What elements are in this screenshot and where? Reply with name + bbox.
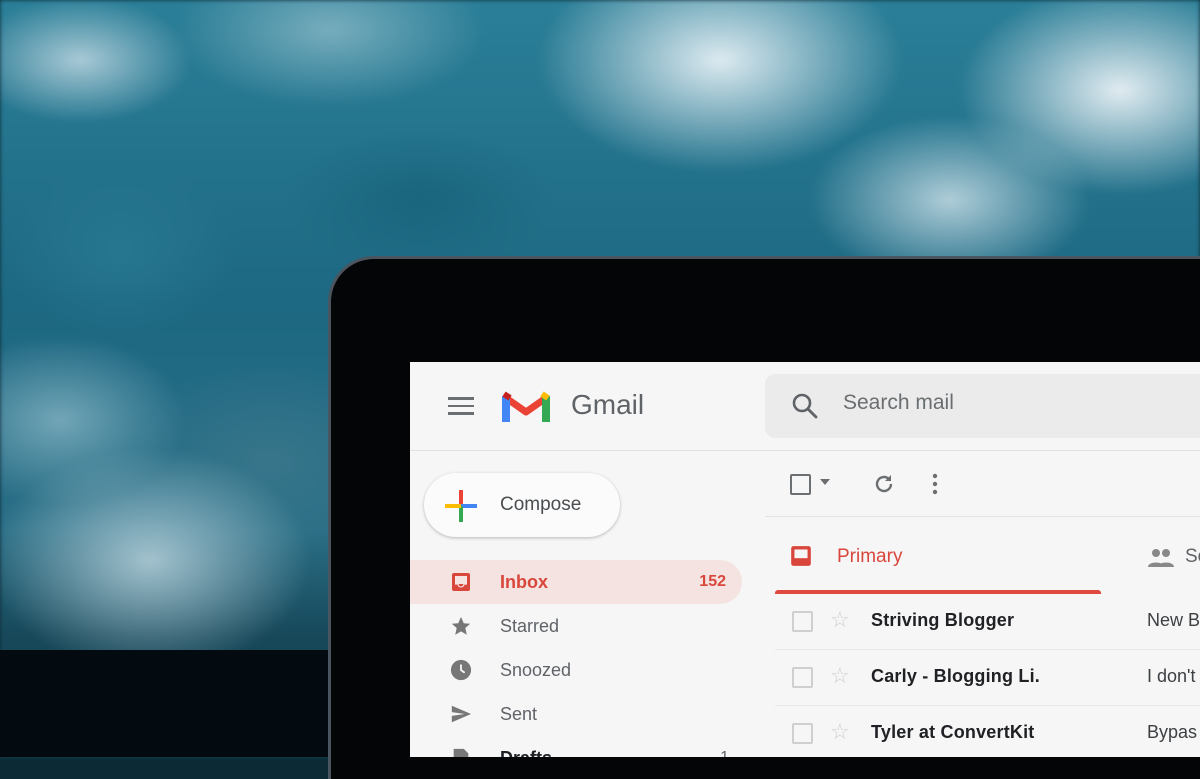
sidebar-item-drafts[interactable]: Drafts 1	[410, 736, 745, 757]
refresh-icon[interactable]	[872, 472, 896, 496]
search-icon[interactable]	[791, 392, 819, 420]
compose-plus-icon	[445, 490, 477, 522]
gmail-brand-text: Gmail	[571, 389, 645, 420]
sidebar-item-label: Snoozed	[500, 660, 572, 680]
email-snippet: Bypas	[1147, 722, 1198, 742]
send-icon	[451, 705, 472, 723]
search-input[interactable]	[841, 390, 1200, 416]
star-icon[interactable]: ☆	[830, 719, 850, 745]
unread-count: 152	[699, 573, 726, 590]
chevron-down-icon[interactable]	[820, 479, 830, 485]
row-checkbox[interactable]	[792, 723, 813, 744]
row-checkbox[interactable]	[792, 611, 813, 632]
email-snippet: New B	[1147, 610, 1200, 630]
email-row[interactable]: ☆ Carly - Blogging Li. I don't	[775, 650, 1200, 706]
row-checkbox[interactable]	[792, 667, 813, 688]
star-icon[interactable]: ☆	[830, 663, 850, 689]
tab-primary[interactable]: Primary	[775, 530, 1101, 594]
compose-label: Compose	[500, 494, 582, 515]
sidebar-item-starred[interactable]: Starred	[410, 604, 745, 648]
email-snippet: I don't	[1147, 666, 1196, 686]
draft-icon	[453, 748, 469, 757]
desk-shadow	[0, 650, 340, 757]
select-all-checkbox[interactable]	[790, 474, 811, 495]
sidebar-item-sent[interactable]: Sent	[410, 692, 745, 736]
sidebar-item-inbox[interactable]: Inbox 152	[410, 560, 742, 604]
email-sender: Carly - Blogging Li.	[871, 666, 1040, 686]
compose-button[interactable]: Compose	[424, 473, 620, 537]
hamburger-menu-icon[interactable]	[448, 397, 474, 415]
sidebar-item-label: Inbox	[500, 572, 548, 592]
list-toolbar	[790, 470, 1190, 510]
star-icon[interactable]: ☆	[830, 607, 850, 633]
email-row[interactable]: ☆ Tyler at ConvertKit Bypas	[775, 706, 1200, 757]
star-icon	[451, 616, 471, 635]
sidebar-item-label: Drafts	[500, 748, 552, 757]
search-bar[interactable]	[765, 374, 1200, 438]
draft-count: 1	[720, 749, 729, 757]
email-sender: Tyler at ConvertKit	[871, 722, 1035, 742]
people-icon	[1148, 549, 1174, 567]
inbox-icon	[452, 573, 470, 591]
email-row[interactable]: ☆ Striving Blogger New B	[775, 594, 1200, 650]
sidebar-nav: Inbox 152 Starred Snoozed Sent Drafts 1	[410, 560, 745, 757]
sidebar-item-label: Sent	[500, 704, 538, 724]
gmail-screen: Gmail Compose Inbox 152 Sta	[410, 362, 1200, 757]
inbox-icon	[791, 546, 811, 566]
clock-icon	[450, 659, 472, 681]
tab-label: Primary	[837, 546, 903, 567]
tab-label: So	[1185, 546, 1200, 567]
header-divider	[410, 450, 1200, 451]
gmail-logo-icon	[502, 391, 550, 422]
more-vert-icon[interactable]	[932, 472, 938, 496]
tab-social[interactable]: So	[1135, 530, 1200, 594]
email-sender: Striving Blogger	[871, 610, 1015, 630]
toolbar-divider	[765, 516, 1200, 517]
sidebar-item-label: Starred	[500, 616, 560, 636]
sidebar-item-snoozed[interactable]: Snoozed	[410, 648, 745, 692]
email-list: ☆ Striving Blogger New B ☆ Carly - Blogg…	[775, 594, 1200, 757]
